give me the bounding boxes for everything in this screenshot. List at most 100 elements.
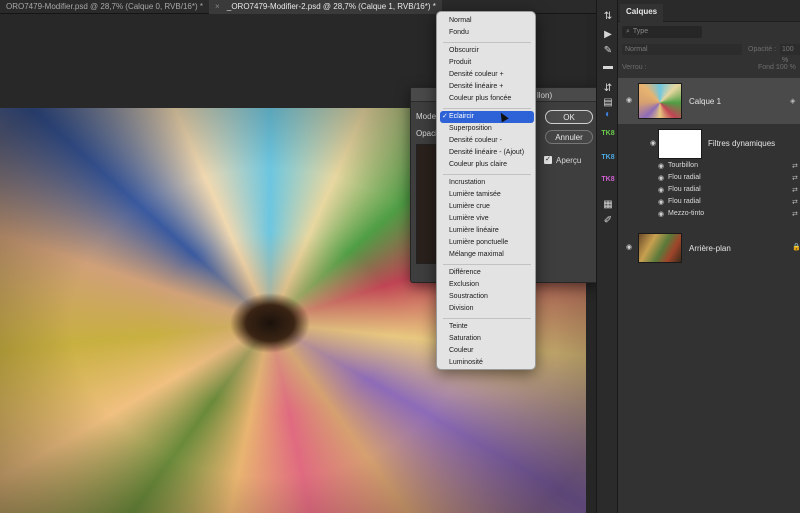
lock-label: Verrou : bbox=[622, 64, 647, 71]
menu-item-densite-lineaire-plus[interactable]: Densité linéaire + bbox=[440, 81, 534, 93]
brush-icon[interactable]: ✐ bbox=[601, 214, 615, 228]
layer-filter-select[interactable]: ⌕ Type bbox=[622, 26, 702, 38]
menu-separator bbox=[443, 42, 531, 43]
menu-item-superposition[interactable]: Superposition bbox=[440, 123, 534, 135]
tk8-mm-icon[interactable]: TK8 bbox=[601, 130, 615, 146]
visibility-eye-icon[interactable]: ◉ bbox=[656, 187, 666, 195]
tk8-cx-icon[interactable]: TK8 bbox=[601, 154, 615, 170]
opacity-input[interactable]: 100 % bbox=[780, 44, 800, 64]
menu-item-fondu[interactable]: Fondu bbox=[440, 27, 534, 39]
layer-row-calque-1[interactable]: ◉ Calque 1 ◈ bbox=[618, 78, 800, 124]
ok-button[interactable]: OK bbox=[545, 110, 593, 124]
layers-panel: Calques ⌕ Type Normal Opacité : 100 % Ver… bbox=[618, 0, 800, 513]
preview-label: Aperçu bbox=[556, 156, 582, 165]
layer-thumbnail bbox=[638, 83, 682, 119]
visibility-eye-icon[interactable]: ◉ bbox=[656, 175, 666, 183]
menu-item-eclaircir[interactable]: ✓ Eclaircir bbox=[440, 111, 534, 123]
layer-name: Filtres dynamiques bbox=[708, 139, 776, 148]
checkmark-icon: ✓ bbox=[442, 113, 448, 120]
visibility-eye-icon[interactable]: ◉ bbox=[624, 244, 634, 252]
doc-tab-1-title: ORO7479-Modifier.psd @ 28,7% (Calque 0, … bbox=[6, 2, 203, 11]
menu-item-produit[interactable]: Produit bbox=[440, 57, 534, 69]
tk8-co-icon[interactable]: TK8 bbox=[601, 176, 615, 192]
filter-item[interactable]: Flou radial bbox=[668, 198, 701, 205]
menu-item-densite-couleur-plus[interactable]: Densité couleur + bbox=[440, 69, 534, 81]
opacity-label: Opacité : bbox=[748, 46, 777, 53]
panel-toolbar: ⇅ ▶ ✎ ▬ ⇵ ▤ ◐ TK8 TK8 TK8 ▦ ✐ bbox=[596, 0, 618, 513]
layer-filter-label: Type bbox=[632, 28, 649, 35]
menu-separator bbox=[443, 174, 531, 175]
layer-thumbnail bbox=[638, 233, 682, 263]
doc-tab-2-title: _ORO7479-Modifier-2.psd @ 28,7% (Calque … bbox=[226, 2, 436, 11]
menu-separator bbox=[443, 108, 531, 109]
filter-options-icon[interactable]: ⇄ bbox=[792, 174, 798, 182]
filter-options-icon[interactable]: ⇄ bbox=[792, 162, 798, 170]
menu-item-division[interactable]: Division bbox=[440, 303, 534, 315]
menu-item-lumiere-ponctuelle[interactable]: Lumière ponctuelle bbox=[440, 237, 534, 249]
play-icon[interactable]: ▶ bbox=[601, 28, 615, 42]
layer-name: Arrière-plan bbox=[689, 244, 731, 253]
menu-item-teinte[interactable]: Teinte bbox=[440, 321, 534, 333]
visibility-eye-icon[interactable]: ◉ bbox=[624, 97, 634, 105]
close-icon[interactable]: × bbox=[215, 2, 220, 11]
mode-label: Mode bbox=[416, 112, 437, 121]
visibility-eye-icon[interactable]: ◉ bbox=[656, 163, 666, 171]
preview-checkbox[interactable]: ✓ bbox=[544, 156, 552, 164]
preview-thumbnail bbox=[416, 144, 438, 264]
adjust-icon[interactable]: ⇵ bbox=[601, 82, 615, 96]
filter-item[interactable]: Tourbillon bbox=[668, 162, 698, 169]
layer-row-smart-filters[interactable]: ◉ Filtres dynamiques bbox=[618, 126, 800, 160]
comment-icon[interactable]: ▬ bbox=[601, 60, 615, 74]
filter-options-icon[interactable]: ⇄ bbox=[792, 210, 798, 218]
fill-input[interactable]: 100 % bbox=[776, 64, 796, 71]
menu-item-couleur-plus-foncee[interactable]: Couleur plus foncée bbox=[440, 93, 534, 105]
doc-tab-1[interactable]: ORO7479-Modifier.psd @ 28,7% (Calque 0, … bbox=[0, 0, 209, 14]
layer-blend-mode-select[interactable]: Normal bbox=[622, 44, 742, 55]
menu-item-luminosite[interactable]: Luminosité bbox=[440, 357, 534, 369]
note-icon[interactable]: ✎ bbox=[601, 44, 615, 58]
menu-item-lumiere-lineaire[interactable]: Lumière linéaire bbox=[440, 225, 534, 237]
tab-layers[interactable]: Calques bbox=[620, 4, 664, 22]
menu-item-normal[interactable]: Normal bbox=[440, 15, 534, 27]
layer-row-arriere-plan[interactable]: ◉ Arrière-plan 🔒 bbox=[618, 230, 800, 266]
menu-item-exclusion[interactable]: Exclusion bbox=[440, 279, 534, 291]
filter-options-icon[interactable]: ⇄ bbox=[792, 186, 798, 194]
panel-icon[interactable]: ▦ bbox=[601, 198, 615, 212]
opacity-label: Opaci bbox=[416, 129, 437, 138]
visibility-eye-icon[interactable]: ◉ bbox=[656, 199, 666, 207]
menu-separator bbox=[443, 264, 531, 265]
search-icon: ⌕ bbox=[626, 28, 630, 35]
smart-filters-list: ◉ Tourbillon ⇄ ◉ Flou radial ⇄ ◉ Flou ra… bbox=[618, 161, 800, 221]
menu-item-lumiere-vive[interactable]: Lumière vive bbox=[440, 213, 534, 225]
menu-item-incrustation[interactable]: Incrustation bbox=[440, 177, 534, 189]
menu-item-couleur-plus-claire[interactable]: Couleur plus claire bbox=[440, 159, 534, 171]
menu-item-densite-couleur-moins[interactable]: Densité couleur - bbox=[440, 135, 534, 147]
menu-item-difference[interactable]: Différence bbox=[440, 267, 534, 279]
doc-tab-2[interactable]: × _ORO7479-Modifier-2.psd @ 28,7% (Calqu… bbox=[208, 0, 442, 14]
lock-icon: 🔒 bbox=[792, 244, 800, 251]
dialog-title: llon) bbox=[537, 91, 553, 100]
cancel-button[interactable]: Annuler bbox=[545, 130, 593, 144]
visibility-eye-icon[interactable]: ◉ bbox=[648, 140, 658, 148]
menu-item-obscurcir[interactable]: Obscurcir bbox=[440, 45, 534, 57]
menu-item-melange-maximal[interactable]: Mélange maximal bbox=[440, 249, 534, 261]
visibility-eye-icon[interactable]: ◉ bbox=[656, 211, 666, 219]
menu-item-eclaircir-label: Eclaircir bbox=[449, 113, 474, 120]
pan-icon[interactable]: ⇅ bbox=[601, 10, 615, 24]
filter-item[interactable]: Flou radial bbox=[668, 174, 701, 181]
layer-name: Calque 1 bbox=[689, 97, 722, 106]
menu-item-couleur[interactable]: Couleur bbox=[440, 345, 534, 357]
smart-object-icon: ◈ bbox=[790, 98, 796, 105]
channels-icon[interactable]: ◐ bbox=[601, 108, 615, 122]
menu-item-lumiere-tamisee[interactable]: Lumière tamisée bbox=[440, 189, 534, 201]
menu-item-densite-lineaire-ajout[interactable]: Densité linéaire - (Ajout) bbox=[440, 147, 534, 159]
menu-item-lumiere-crue[interactable]: Lumière crue bbox=[440, 201, 534, 213]
filter-item[interactable]: Mezzo-tinto bbox=[668, 210, 704, 217]
menu-item-soustraction[interactable]: Soustraction bbox=[440, 291, 534, 303]
menu-separator bbox=[443, 318, 531, 319]
filter-item[interactable]: Flou radial bbox=[668, 186, 701, 193]
filter-mask-thumbnail bbox=[658, 129, 702, 159]
filter-options-icon[interactable]: ⇄ bbox=[792, 198, 798, 206]
menu-item-saturation[interactable]: Saturation bbox=[440, 333, 534, 345]
fill-label: Fond : bbox=[758, 64, 778, 71]
